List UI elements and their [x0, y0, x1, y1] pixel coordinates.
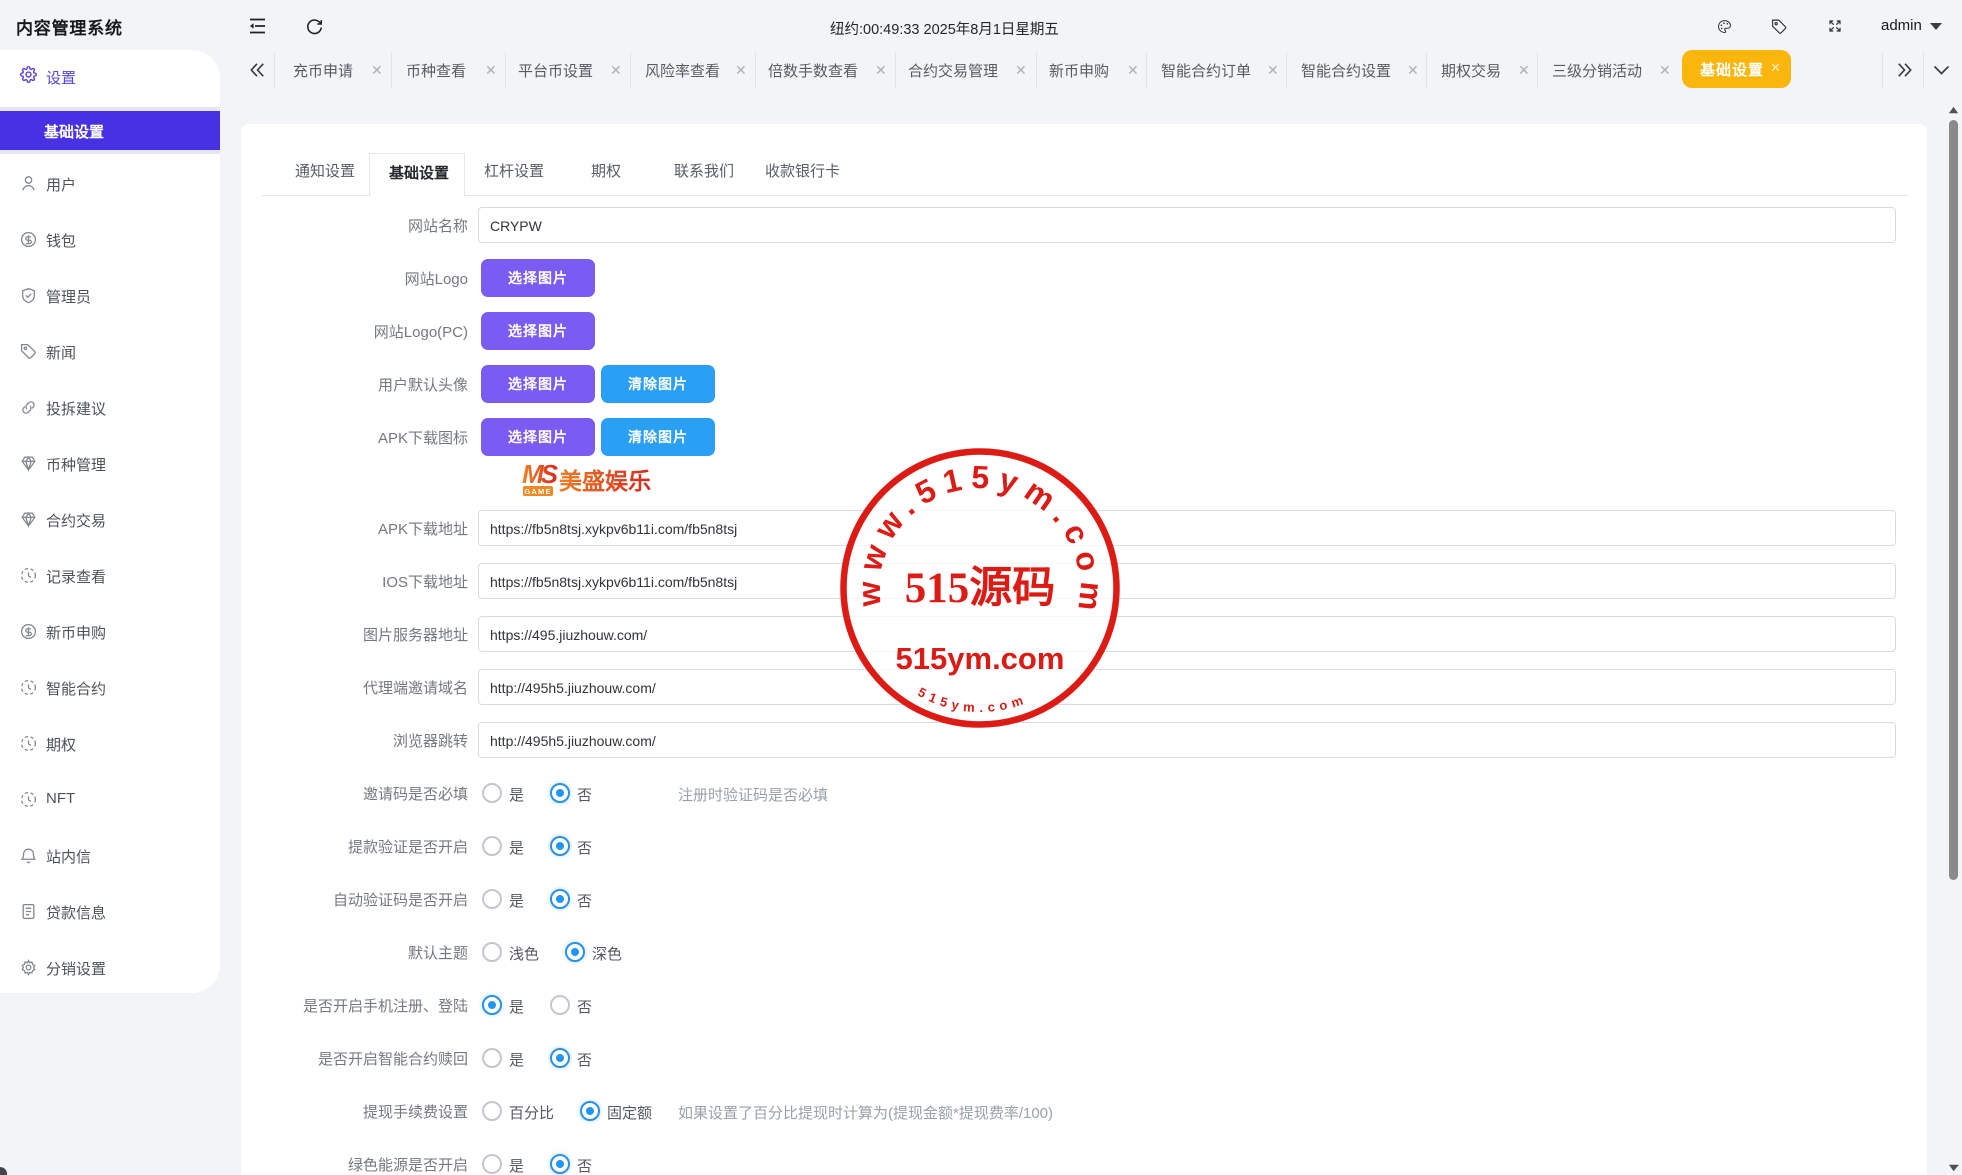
svg-text:515源码: 515源码	[905, 564, 1056, 612]
svg-text:美盛娱乐: 美盛娱乐	[559, 468, 651, 494]
svg-text:GAME: GAME	[524, 487, 551, 496]
svg-text:MS: MS	[522, 461, 559, 489]
svg-text:515ym.com: 515ym.com	[896, 641, 1065, 676]
